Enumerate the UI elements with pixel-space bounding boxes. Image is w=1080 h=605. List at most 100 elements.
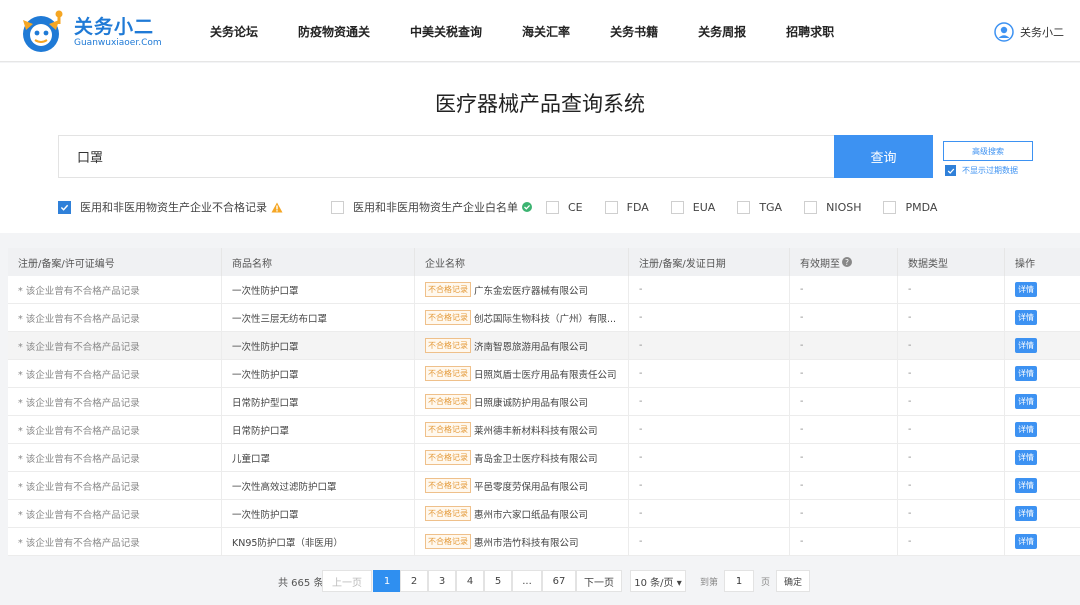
filter-pmda[interactable]: PMDA — [883, 200, 937, 214]
page-button-5[interactable]: 5 — [484, 570, 512, 592]
search-button[interactable]: 查询 — [834, 135, 933, 178]
cell-company: 不合格记录 惠州市六家口纸品有限公司 — [415, 500, 629, 527]
detail-button[interactable]: 详情 — [1015, 450, 1037, 465]
brand-logo[interactable]: 关务小二 Guanwuxiaoer.Com — [18, 6, 168, 56]
cell-license-no: * 该企业曾有不合格产品记录 — [8, 528, 222, 555]
filter-pmda-checkbox[interactable] — [883, 200, 897, 214]
filter-fda-checkbox[interactable] — [604, 200, 618, 214]
cell-product: 日常防护口罩 — [222, 416, 415, 443]
table-row: * 该企业曾有不合格产品记录 一次性防护口罩 不合格记录 济南智恩旅游用品有限公司 - -… — [8, 332, 1080, 360]
check-icon — [947, 168, 954, 174]
nav-item-forum[interactable]: 关务论坛 — [210, 23, 258, 40]
nav-item-jobs[interactable]: 招聘求职 — [786, 23, 834, 40]
detail-button[interactable]: 详情 — [1015, 422, 1037, 437]
cell-product: 一次性防护口罩 — [222, 332, 415, 359]
company-name: 日照岚盾士医疗用品有限责任公司 — [474, 369, 617, 381]
cell-company: 不合格记录 创芯国际生物科技（广州）有限... — [415, 304, 629, 331]
cell-issue-date: - — [629, 304, 790, 331]
filter-ce[interactable]: CE — [546, 200, 583, 214]
filter-tga-checkbox[interactable] — [737, 200, 751, 214]
unqualified-badge: 不合格记录 — [425, 282, 471, 297]
column-header-expiry-label: 有效期至 — [800, 258, 840, 270]
nav-item-weekly[interactable]: 关务周报 — [698, 23, 746, 40]
cell-company: 不合格记录 惠州市浩竹科技有限公司 — [415, 528, 629, 555]
user-name: 关务小二 — [1020, 26, 1064, 39]
unqualified-badge: 不合格记录 — [425, 478, 471, 493]
nav-item-books[interactable]: 关务书籍 — [610, 23, 658, 40]
filter-eua-checkbox[interactable] — [670, 200, 684, 214]
cell-license-no: * 该企业曾有不合格产品记录 — [8, 332, 222, 359]
hide-expired-toggle[interactable]: 不显示过期数据 — [945, 165, 1018, 176]
filter-whitelist[interactable]: 医用和非医用物资生产企业白名单 — [331, 199, 532, 215]
cell-data-type: - — [898, 332, 1005, 359]
cell-product: KN95防护口罩（非医用） — [222, 528, 415, 555]
cell-license-no: * 该企业曾有不合格产品记录 — [8, 500, 222, 527]
svg-text:?: ? — [845, 258, 849, 267]
page-button-4[interactable]: 4 — [456, 570, 484, 592]
page-ellipsis[interactable]: ... — [512, 570, 542, 592]
cell-data-type: - — [898, 528, 1005, 555]
filter-eua[interactable]: EUA — [670, 200, 715, 214]
search-input[interactable] — [58, 135, 834, 178]
page-button-2[interactable]: 2 — [400, 570, 428, 592]
filter-unqualified-checkbox[interactable] — [58, 200, 71, 214]
detail-button[interactable]: 详情 — [1015, 394, 1037, 409]
cell-company: 不合格记录 日照岚盾士医疗用品有限责任公司 — [415, 360, 629, 387]
detail-button[interactable]: 详情 — [1015, 338, 1037, 353]
search-panel: 医疗器械产品查询系统 查询 高级搜索 不显示过期数据 医用和非医用物资生产企业不… — [0, 63, 1080, 233]
filter-ce-checkbox[interactable] — [546, 200, 559, 214]
column-header-product: 商品名称 — [222, 248, 415, 276]
filter-unqualified[interactable]: 医用和非医用物资生产企业不合格记录 — [58, 199, 283, 215]
cell-expiry: - — [790, 304, 898, 331]
nav-item-epidemic-supplies[interactable]: 防疫物资通关 — [298, 23, 370, 40]
filter-niosh-checkbox[interactable] — [804, 200, 818, 214]
help-icon[interactable]: ? — [842, 257, 852, 267]
cell-data-type: - — [898, 444, 1005, 471]
filter-fda[interactable]: FDA — [604, 200, 649, 214]
cell-license-no: * 该企业曾有不合格产品记录 — [8, 416, 222, 443]
brand-domain: Guanwuxiaoer.Com — [74, 38, 162, 48]
next-page-button[interactable]: 下一页 — [576, 570, 622, 592]
results-table: 注册/备案/许可证编号 商品名称 企业名称 注册/备案/发证日期 有效期至 ? … — [8, 248, 1080, 556]
page-unit-label: 页 — [761, 578, 771, 588]
check-icon — [60, 204, 69, 211]
prev-page-button[interactable]: 上一页 — [322, 570, 372, 592]
goto-page-input[interactable] — [724, 570, 754, 592]
table-row: * 该企业曾有不合格产品记录 一次性三层无纺布口罩 不合格记录 创芯国际生物科技（广州… — [8, 304, 1080, 332]
page-button-1[interactable]: 1 — [373, 570, 401, 592]
company-name: 日照康诚防护用品有限公司 — [474, 397, 589, 409]
cell-license-no: * 该企业曾有不合格产品记录 — [8, 304, 222, 331]
total-count: 共 665 条 — [278, 578, 324, 589]
user-menu[interactable]: 关务小二 — [994, 22, 1064, 42]
page-button-67[interactable]: 67 — [542, 570, 576, 592]
table-row: * 该企业曾有不合格产品记录 儿童口罩 不合格记录 青岛金卫士医疗科技有限公司 - - - 详… — [8, 444, 1080, 472]
detail-button[interactable]: 详情 — [1015, 534, 1037, 549]
table-row: * 该企业曾有不合格产品记录 一次性防护口罩 不合格记录 惠州市六家口纸品有限公司 - -… — [8, 500, 1080, 528]
cell-license-no: * 该企业曾有不合格产品记录 — [8, 472, 222, 499]
cell-data-type: - — [898, 416, 1005, 443]
nav-item-exchange-rate[interactable]: 海关汇率 — [522, 23, 570, 40]
filter-tga[interactable]: TGA — [737, 200, 782, 214]
company-name: 创芯国际生物科技（广州）有限... — [474, 313, 617, 325]
user-avatar-icon — [994, 22, 1014, 42]
filter-whitelist-label: 医用和非医用物资生产企业白名单 — [353, 201, 518, 214]
cell-action: 详情 — [1005, 444, 1080, 471]
cell-company: 不合格记录 广东金宏医疗器械有限公司 — [415, 276, 629, 303]
nav-item-tariff-query[interactable]: 中美关税查询 — [410, 23, 482, 40]
cell-company: 不合格记录 平邑零度劳保用品有限公司 — [415, 472, 629, 499]
detail-button[interactable]: 详情 — [1015, 478, 1037, 493]
goto-confirm-button[interactable]: 确定 — [776, 570, 810, 592]
filter-whitelist-checkbox[interactable] — [331, 200, 344, 214]
advanced-search-button[interactable]: 高级搜索 — [943, 141, 1033, 161]
detail-button[interactable]: 详情 — [1015, 282, 1037, 297]
cell-license-no: * 该企业曾有不合格产品记录 — [8, 444, 222, 471]
filter-fda-label: FDA — [626, 200, 649, 214]
page-size-select[interactable]: 10 条/页 ▾ — [630, 570, 686, 592]
filter-niosh[interactable]: NIOSH — [804, 200, 861, 214]
page-button-3[interactable]: 3 — [428, 570, 456, 592]
detail-button[interactable]: 详情 — [1015, 506, 1037, 521]
detail-button[interactable]: 详情 — [1015, 310, 1037, 325]
detail-button[interactable]: 详情 — [1015, 366, 1037, 381]
cell-action: 详情 — [1005, 416, 1080, 443]
hide-expired-checkbox[interactable] — [945, 165, 956, 176]
